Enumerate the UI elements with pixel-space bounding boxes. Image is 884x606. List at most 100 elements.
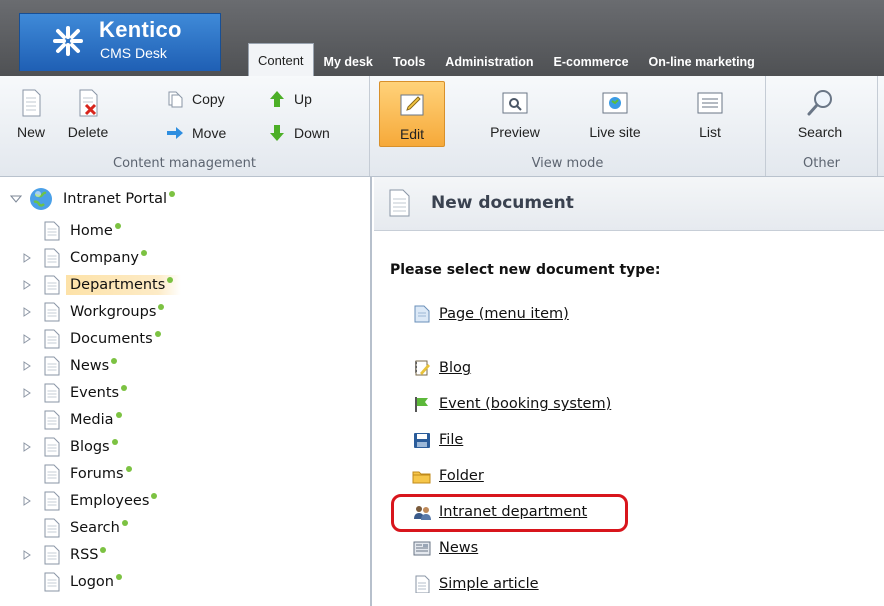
edit-button[interactable]: Edit (379, 81, 445, 147)
view-mode-group: Edit Preview Live site List View mode (370, 76, 766, 176)
tree-item-label: News (70, 358, 110, 374)
status-dot (100, 547, 107, 553)
expand-arrow-icon[interactable] (22, 496, 32, 506)
doctype-simple-article[interactable]: Simple article (412, 573, 539, 595)
globe-icon (602, 92, 628, 114)
arrow-up-icon (270, 91, 284, 107)
status-dot (154, 331, 161, 337)
document-icon (44, 410, 60, 430)
list-button[interactable]: List (682, 80, 738, 148)
doctype-label[interactable]: Page (menu item) (439, 306, 569, 322)
tree-root[interactable]: Intranet Portal (10, 187, 176, 211)
collapse-arrow-icon[interactable] (10, 194, 22, 204)
move-label: Move (192, 125, 227, 141)
tree-item-workgroups[interactable]: Workgroups (23, 300, 165, 324)
status-dot (115, 412, 122, 418)
tab-tools[interactable]: Tools (383, 47, 435, 76)
tree-item-events[interactable]: Events (23, 381, 128, 405)
doctype-file[interactable]: File (412, 429, 463, 451)
doctype-event-booking-system[interactable]: Event (booking system) (412, 393, 611, 415)
status-dot (111, 358, 118, 364)
tree-item-rss[interactable]: RSS (23, 543, 107, 567)
arrow-down-icon (270, 125, 284, 141)
search-label: Search (797, 124, 843, 140)
file-icon (414, 433, 430, 448)
new-label: New (16, 124, 45, 140)
tree-item-documents[interactable]: Documents (23, 327, 161, 351)
tree-item-employees[interactable]: Employees (23, 489, 158, 513)
content-management-label: Content management (113, 156, 256, 171)
doctype-folder[interactable]: Folder (412, 465, 484, 487)
search-button[interactable]: Search (792, 80, 848, 148)
new-document-icon (22, 89, 41, 117)
preview-button[interactable]: Preview (487, 80, 543, 148)
tree-item-home[interactable]: Home (44, 219, 121, 243)
tree-item-forums[interactable]: Forums (44, 462, 132, 486)
tree-item-news[interactable]: News (23, 354, 118, 378)
document-icon (389, 189, 410, 217)
down-button[interactable]: Down (268, 122, 330, 144)
tab-my-desk[interactable]: My desk (314, 47, 383, 76)
tree-item-departments[interactable]: Departments (23, 273, 182, 297)
expand-arrow-icon[interactable] (22, 388, 32, 398)
document-icon (44, 572, 60, 592)
tree-item-blogs[interactable]: Blogs (23, 435, 118, 459)
top-header: Kentico CMS Desk Content My desk Tools A… (0, 0, 884, 77)
globe-icon (30, 188, 52, 210)
up-button[interactable]: Up (268, 88, 312, 110)
tree-item-label: Company (70, 250, 139, 266)
doctype-label[interactable]: News (439, 540, 478, 556)
status-dot (114, 223, 121, 229)
expand-arrow-icon[interactable] (22, 361, 32, 371)
tree-item-label: Home (70, 223, 113, 239)
kentico-logo[interactable]: Kentico CMS Desk (19, 13, 221, 71)
page-title: New document (431, 193, 574, 213)
tab-content[interactable]: Content (248, 43, 314, 76)
expand-arrow-icon[interactable] (22, 253, 32, 263)
live-site-button[interactable]: Live site (584, 80, 646, 148)
document-icon (44, 329, 60, 349)
delete-icon (79, 89, 98, 117)
doctype-label[interactable]: File (439, 432, 463, 448)
doctype-page-menu-item[interactable]: Page (menu item) (412, 303, 569, 325)
doctype-label[interactable]: Simple article (439, 576, 539, 592)
expand-arrow-icon[interactable] (22, 280, 32, 290)
doctype-label[interactable]: Folder (439, 468, 484, 484)
expand-arrow-icon[interactable] (22, 442, 32, 452)
delete-button[interactable]: Delete (60, 80, 116, 148)
tab-e-commerce[interactable]: E-commerce (544, 47, 639, 76)
document-icon (44, 545, 60, 565)
tree-item-search[interactable]: Search (44, 516, 128, 540)
list-icon (697, 92, 723, 114)
page-icon (414, 305, 430, 323)
highlight-annotation (391, 494, 628, 532)
copy-button[interactable]: Copy (166, 88, 225, 110)
copy-label: Copy (192, 91, 225, 107)
new-button[interactable]: New (3, 80, 59, 148)
folder-icon (412, 471, 431, 484)
preview-icon (502, 92, 528, 114)
tree-item-media[interactable]: Media (44, 408, 122, 432)
document-icon (44, 275, 60, 295)
doctype-label[interactable]: Event (booking system) (439, 396, 611, 412)
content-tree: Intranet Portal Home Company Departments Wo… (0, 177, 372, 606)
expand-arrow-icon[interactable] (22, 550, 32, 560)
tree-item-logon[interactable]: Logon (44, 570, 122, 594)
tab-administration[interactable]: Administration (435, 47, 543, 76)
document-icon (44, 464, 60, 484)
doctype-blog[interactable]: Blog (412, 357, 471, 379)
status-dot (140, 250, 147, 256)
status-dot (151, 493, 158, 499)
up-label: Up (294, 91, 312, 107)
copy-icon (168, 91, 183, 108)
toolbar-ribbon: New Delete Copy Move Up Down Content man… (0, 76, 884, 177)
tab-online-marketing[interactable]: On-line marketing (639, 47, 765, 76)
expand-arrow-icon[interactable] (22, 334, 32, 344)
search-icon (807, 90, 832, 116)
expand-arrow-icon[interactable] (22, 307, 32, 317)
doctype-news[interactable]: News (412, 537, 478, 559)
edit-icon (400, 94, 424, 116)
tree-item-company[interactable]: Company (23, 246, 147, 270)
move-button[interactable]: Move (166, 122, 226, 144)
doctype-label[interactable]: Blog (439, 360, 471, 376)
